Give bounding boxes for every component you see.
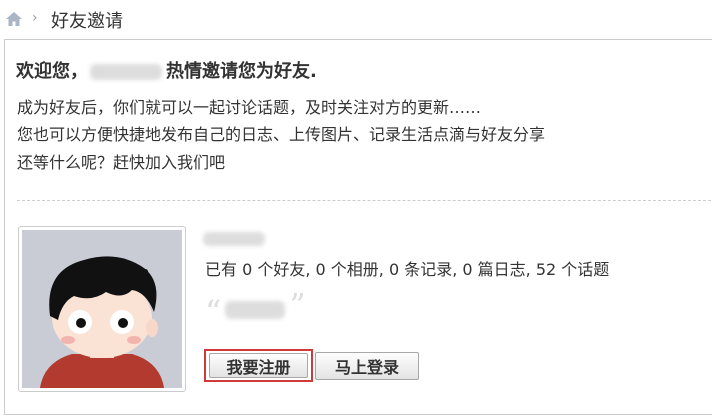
quote-close-mark: ” [289, 286, 306, 324]
inviter-name-redacted [90, 64, 162, 80]
quote-text-redacted [225, 301, 286, 319]
user-quote: “ ” [205, 289, 306, 331]
avatar[interactable] [18, 226, 186, 392]
invite-text-line-2: 您也可以方便快捷地发布自己的日志、上传图片、记录生活点滴与好友分享 [17, 125, 546, 144]
home-icon[interactable] [5, 11, 23, 27]
dashed-divider [17, 200, 711, 201]
avatar-cartoon-image [22, 230, 182, 388]
register-button[interactable]: 我要注册 [209, 353, 308, 378]
invitee-name-redacted [203, 232, 265, 246]
user-stats: 已有 0 个好友, 0 个相册, 0 条记录, 0 篇日志, 52 个话题 [205, 260, 610, 279]
breadcrumb-separator: › [32, 10, 38, 26]
register-button-highlight: 我要注册 [204, 349, 313, 382]
welcome-prefix: 欢迎您， [16, 61, 88, 82]
invite-text-line-1: 成为好友后，你们就可以一起讨论话题，及时关注对方的更新…… [17, 98, 482, 117]
quote-open-mark: “ [205, 293, 222, 331]
login-button[interactable]: 马上登录 [315, 352, 419, 380]
welcome-suffix: 热情邀请您为好友. [166, 61, 317, 82]
breadcrumb-current: 好友邀请 [51, 11, 123, 32]
breadcrumb: › 好友邀请 [0, 0, 712, 40]
welcome-heading: 欢迎您， 热情邀请您为好友. [16, 57, 317, 83]
invite-text-line-3: 还等什么呢？赶快加入我们吧 [17, 153, 226, 172]
